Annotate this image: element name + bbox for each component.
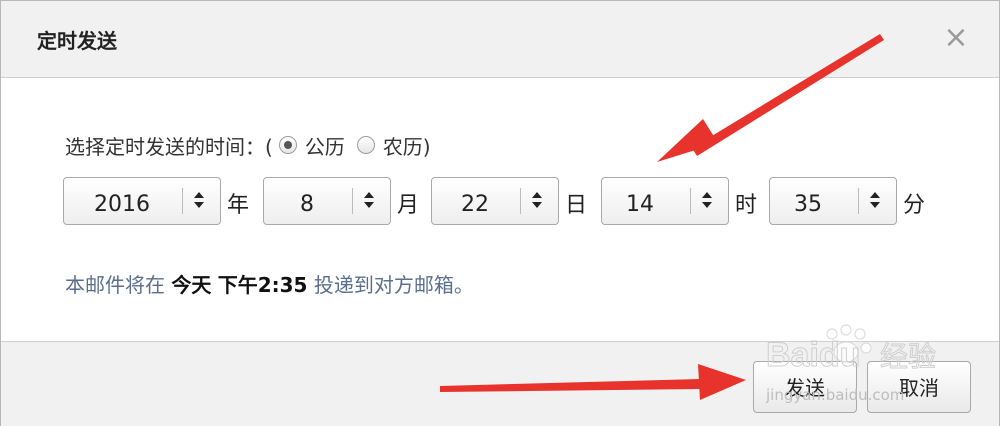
month-select[interactable]: 8: [263, 177, 391, 225]
hour-value: 14: [626, 192, 654, 217]
year-value: 2016: [94, 192, 150, 217]
updown-icon: [186, 178, 212, 224]
prompt-label: 选择定时发送的时间：(: [65, 134, 273, 159]
watermark-brand: Baidu: [766, 336, 860, 374]
updown-icon: [862, 178, 888, 224]
lunar-label[interactable]: 农历): [383, 131, 431, 160]
paw-toe: [860, 342, 872, 354]
gregorian-label[interactable]: 公历: [305, 131, 345, 160]
year-select[interactable]: 2016: [63, 177, 221, 225]
paw-toe: [840, 324, 852, 336]
minute-unit: 分: [903, 193, 926, 218]
info-day: 今天: [171, 273, 212, 297]
updown-icon: [524, 178, 550, 224]
day-value: 22: [461, 192, 489, 217]
watermark-url: jingyan.baidu.com: [765, 386, 904, 404]
minute-value: 35: [794, 192, 822, 217]
month-unit: 月: [397, 193, 420, 218]
divider: [352, 188, 353, 214]
updown-icon: [694, 178, 720, 224]
hour-select[interactable]: 14: [601, 177, 729, 225]
divider: [858, 188, 859, 214]
year-unit: 年: [227, 193, 250, 218]
close-icon[interactable]: ×: [941, 23, 971, 53]
gregorian-radio[interactable]: [278, 136, 297, 154]
updown-icon: [356, 178, 382, 224]
hour-unit: 时: [735, 193, 758, 218]
minute-select[interactable]: 35: [769, 177, 897, 225]
lunar-radio[interactable]: [356, 136, 375, 154]
calendar-choice-row: 选择定时发送的时间：( 公历 农历): [65, 129, 431, 161]
watermark-cn: 经验: [880, 340, 936, 373]
divider: [690, 188, 691, 214]
delivery-info: 本邮件将在 今天 下午2:35 投递到对方邮箱。: [65, 269, 474, 298]
divider: [182, 188, 183, 214]
divider: [520, 188, 521, 214]
dialog-title: 定时发送: [37, 29, 117, 53]
baidu-watermark: Baidu 经验 jingyan.baidu.com: [765, 324, 937, 404]
month-value: 8: [300, 192, 314, 217]
day-unit: 日: [565, 193, 588, 218]
info-suffix: 投递到对方邮箱。: [313, 273, 474, 297]
info-time: 下午2:35: [217, 273, 308, 297]
dialog-header: 定时发送 ×: [1, 1, 999, 78]
info-prefix: 本邮件将在: [65, 273, 165, 297]
day-select[interactable]: 22: [431, 177, 559, 225]
